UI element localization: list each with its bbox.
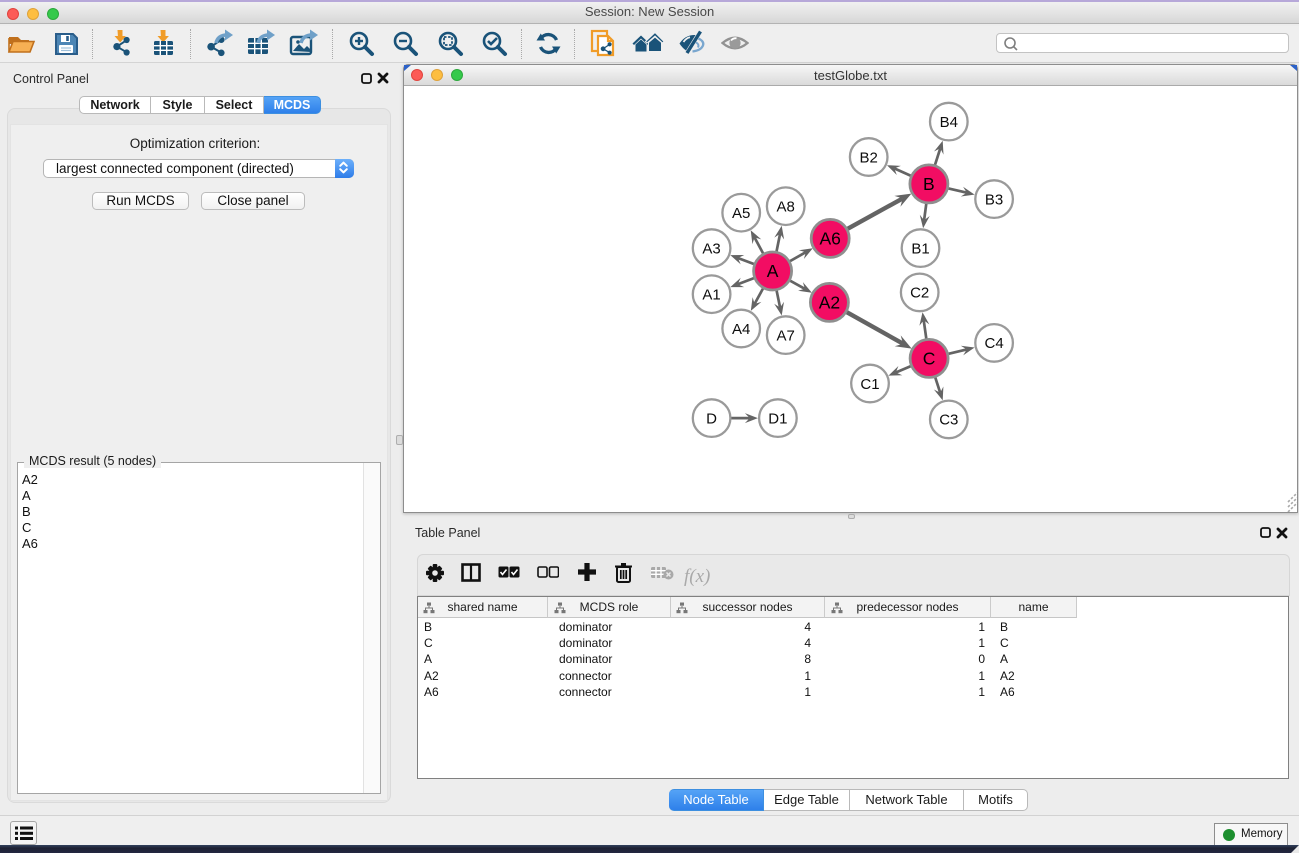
svg-text:C2: C2 — [910, 285, 929, 302]
svg-text:D: D — [706, 410, 717, 427]
svg-text:C4: C4 — [985, 335, 1004, 352]
svg-text:C: C — [923, 349, 936, 369]
svg-text:A7: A7 — [777, 327, 795, 344]
svg-text:A1: A1 — [702, 287, 720, 304]
svg-text:B: B — [923, 174, 935, 194]
svg-text:B4: B4 — [940, 114, 958, 131]
svg-text:A8: A8 — [777, 199, 795, 216]
svg-text:A4: A4 — [732, 321, 750, 338]
svg-text:A: A — [767, 261, 779, 281]
svg-text:C3: C3 — [939, 412, 958, 429]
svg-text:B1: B1 — [911, 240, 929, 257]
svg-text:B2: B2 — [860, 149, 878, 166]
svg-text:B3: B3 — [985, 191, 1003, 208]
svg-text:A6: A6 — [819, 229, 840, 249]
svg-text:A3: A3 — [702, 240, 720, 257]
svg-text:D1: D1 — [768, 410, 787, 427]
svg-text:A2: A2 — [819, 293, 840, 313]
svg-text:A5: A5 — [732, 205, 750, 222]
svg-text:C1: C1 — [860, 376, 879, 393]
